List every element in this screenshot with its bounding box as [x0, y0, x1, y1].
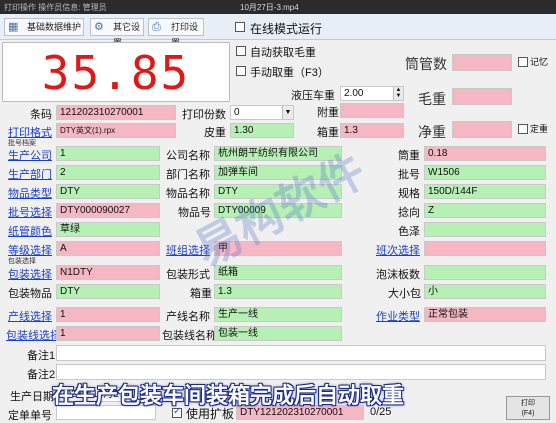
shift-select-link[interactable]: 班次选择: [376, 242, 420, 258]
copies-select[interactable]: 0 ▼: [230, 105, 294, 120]
batch-select-link[interactable]: 批号选择: [8, 204, 52, 220]
online-mode-label: 在线模式运行: [250, 22, 323, 36]
job-type-link[interactable]: 作业类型: [376, 308, 420, 324]
shift-select-field[interactable]: [424, 241, 546, 256]
item-type-field[interactable]: DTY: [56, 184, 160, 199]
settings-icon: ⚙: [94, 21, 104, 33]
print-format-field[interactable]: DTY英文(1).rpx: [56, 123, 176, 138]
net-field[interactable]: [452, 121, 512, 138]
video-caption: 在生产包装车间装箱完成后自动取重: [52, 383, 405, 408]
window-title: 打印操作 操作员信息: 管理员: [4, 3, 107, 12]
hydraulic-label: 液压车重: [291, 90, 335, 102]
print-settings-button[interactable]: ⎙ 打印设置: [148, 18, 204, 48]
batch-no-label: 批号: [398, 169, 420, 181]
barcode-label: 条码: [30, 109, 52, 121]
fixed-weight-label: 定重: [530, 124, 549, 134]
video-title: 10月27日-3.mp4: [240, 3, 299, 12]
production-date-label: 生产日期: [10, 391, 54, 403]
barcode-field[interactable]: 121202310270001: [56, 105, 176, 120]
pack-select-hint: 包装选择: [8, 258, 36, 265]
production-dept-field[interactable]: 2: [56, 165, 160, 180]
line-name-label: 产线名称: [166, 311, 210, 323]
chevron-down-icon[interactable]: ▼: [282, 106, 293, 119]
pack-item-field[interactable]: DTY: [56, 284, 160, 299]
pack-line-name-field[interactable]: 包装一线: [214, 326, 342, 341]
twist-field[interactable]: Z: [424, 203, 546, 218]
production-company-field[interactable]: 1: [56, 146, 160, 161]
other-settings-button[interactable]: ⚙ 其它设置: [90, 18, 144, 48]
pack-select-field[interactable]: N1DTY: [56, 265, 160, 280]
remark2-label: 备注2: [27, 369, 56, 381]
pack-line-select-link[interactable]: 包装线选择: [6, 327, 61, 343]
dept-name-label: 部门名称: [166, 169, 210, 181]
manual-weigh-checkbox[interactable]: [236, 66, 246, 76]
pack-line-name-label: 包装线名称: [162, 330, 217, 342]
weight-display: 35.85: [2, 42, 230, 102]
spinner-icon[interactable]: ▲ ▼: [393, 87, 403, 100]
title-bar: 打印操作 操作员信息: 管理员 10月27日-3.mp4: [0, 0, 556, 14]
toolbar: ▦ 基础数据维护 ⚙ 其它设置 ⎙ 打印设置 在线模式运行: [0, 14, 556, 48]
size-pack-label: 大小包: [388, 288, 421, 300]
base-data-button[interactable]: ▦ 基础数据维护: [4, 18, 84, 36]
pack-item-label: 包装物品: [8, 288, 52, 300]
online-mode-checkbox[interactable]: [235, 22, 245, 32]
batch-select-field[interactable]: DTY000090027: [56, 203, 160, 218]
color-grade-field[interactable]: [424, 222, 546, 237]
item-type-link[interactable]: 物品类型: [8, 185, 52, 201]
tare-field[interactable]: 1.30: [230, 123, 294, 138]
fixed-weight-checkbox[interactable]: [518, 124, 528, 134]
job-type-field[interactable]: 正常包装: [424, 307, 546, 322]
spec-field[interactable]: 150D/144F: [424, 184, 546, 199]
database-icon: ▦: [8, 21, 19, 33]
tare-label: 皮重: [204, 127, 226, 139]
production-company-link[interactable]: 生产公司: [8, 147, 52, 163]
tube-weight-label: 筒重: [398, 150, 420, 162]
production-dept-link[interactable]: 生产部门: [8, 166, 52, 182]
auto-gross-checkbox[interactable]: [236, 46, 246, 56]
memory-checkbox[interactable]: [518, 57, 528, 67]
printer-icon: ⎙: [152, 21, 161, 33]
batch-no-field[interactable]: W1506: [424, 165, 546, 180]
remark1-input[interactable]: [56, 345, 546, 361]
gross-field[interactable]: [452, 88, 512, 105]
color-grade-label: 色泽: [398, 226, 420, 238]
cones-field[interactable]: [452, 54, 512, 71]
memory-label: 记忆: [530, 57, 549, 67]
net-label: 净重: [418, 124, 446, 140]
spec-label: 规格: [398, 188, 420, 200]
pack-select-link[interactable]: 包装选择: [8, 266, 52, 282]
cones-label: 筒管数: [405, 56, 447, 72]
tube-weight-field[interactable]: 0.18: [424, 146, 546, 161]
grade-select-field[interactable]: A: [56, 241, 160, 256]
foam-count-label: 泡沫板数: [376, 269, 420, 281]
manual-weigh-label: 手动取重（F3）: [250, 67, 329, 79]
print-button[interactable]: 打印 (F4): [506, 396, 550, 420]
pack-line-select-field[interactable]: 1: [56, 326, 160, 341]
copies-label: 打印份数: [182, 109, 226, 121]
line-select-link[interactable]: 产线选择: [8, 308, 52, 324]
remark1-label: 备注1: [27, 350, 56, 362]
line-select-field[interactable]: 1: [56, 307, 160, 322]
auto-gross-label: 自动获取毛重: [250, 47, 316, 59]
company-name-label: 公司名称: [166, 150, 210, 162]
paper-tube-color-link[interactable]: 纸管颜色: [8, 223, 52, 239]
size-pack-field[interactable]: 小: [424, 284, 546, 299]
order-no-label: 定单单号: [8, 410, 52, 422]
gross-label: 毛重: [418, 91, 446, 107]
paper-tube-color-field[interactable]: 草绿: [56, 222, 160, 237]
foam-count-field[interactable]: [424, 265, 546, 280]
hydraulic-input[interactable]: 2.00 ▲ ▼: [340, 86, 404, 101]
line-name-field[interactable]: 生产一线: [214, 307, 342, 322]
